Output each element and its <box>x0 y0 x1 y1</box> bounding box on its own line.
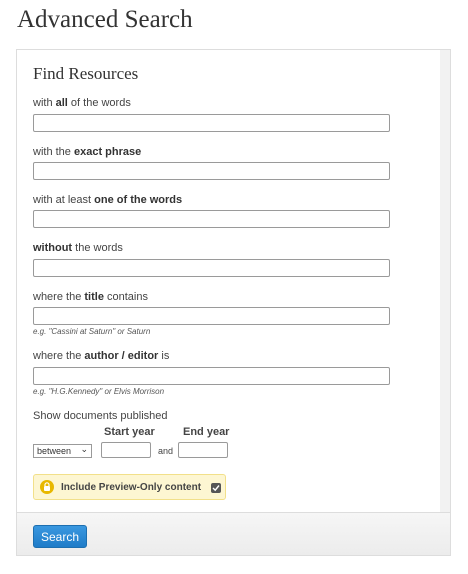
lock-icon <box>40 480 54 494</box>
panel-side-strip <box>440 50 450 513</box>
end-year-input[interactable] <box>178 442 228 458</box>
section-title: Find Resources <box>33 64 139 83</box>
exact-phrase-label: with the exact phrase <box>33 146 142 158</box>
date-range-select[interactable]: between ⌄ <box>33 444 92 458</box>
preview-only-label: Include Preview-Only content <box>61 482 202 493</box>
advanced-search-panel: Find Resources with all of the words wit… <box>16 49 451 556</box>
author-hint: e.g. "H.G.Kennedy" or Elvis Morrison <box>33 387 165 396</box>
without-words-input[interactable] <box>33 259 390 277</box>
without-words-label: without the words <box>33 242 123 254</box>
author-editor-label: where the author / editor is <box>33 350 170 362</box>
preview-only-option[interactable]: Include Preview-Only content <box>33 474 226 500</box>
start-year-label: Start year <box>104 426 155 438</box>
all-words-input[interactable] <box>33 114 390 132</box>
one-of-words-label: with at least one of the words <box>33 194 183 206</box>
start-year-input[interactable] <box>101 442 151 458</box>
preview-only-checkbox[interactable] <box>211 483 221 493</box>
chevron-down-icon: ⌄ <box>80 444 88 454</box>
end-year-label: End year <box>183 426 230 438</box>
and-label: and <box>158 446 174 456</box>
search-button[interactable]: Search <box>33 525 87 548</box>
title-hint: e.g. "Cassini at Saturn" or Saturn <box>33 327 151 336</box>
all-words-label: with all of the words <box>33 97 131 109</box>
title-contains-label: where the title contains <box>33 291 148 303</box>
search-form: Find Resources with all of the words wit… <box>17 50 440 513</box>
exact-phrase-input[interactable] <box>33 162 390 180</box>
page-title: Advanced Search <box>17 6 193 33</box>
date-range-value: between <box>37 446 72 456</box>
author-editor-input[interactable] <box>33 367 390 385</box>
published-label: Show documents published <box>33 410 168 422</box>
one-of-words-input[interactable] <box>33 210 390 228</box>
title-contains-input[interactable] <box>33 307 390 325</box>
